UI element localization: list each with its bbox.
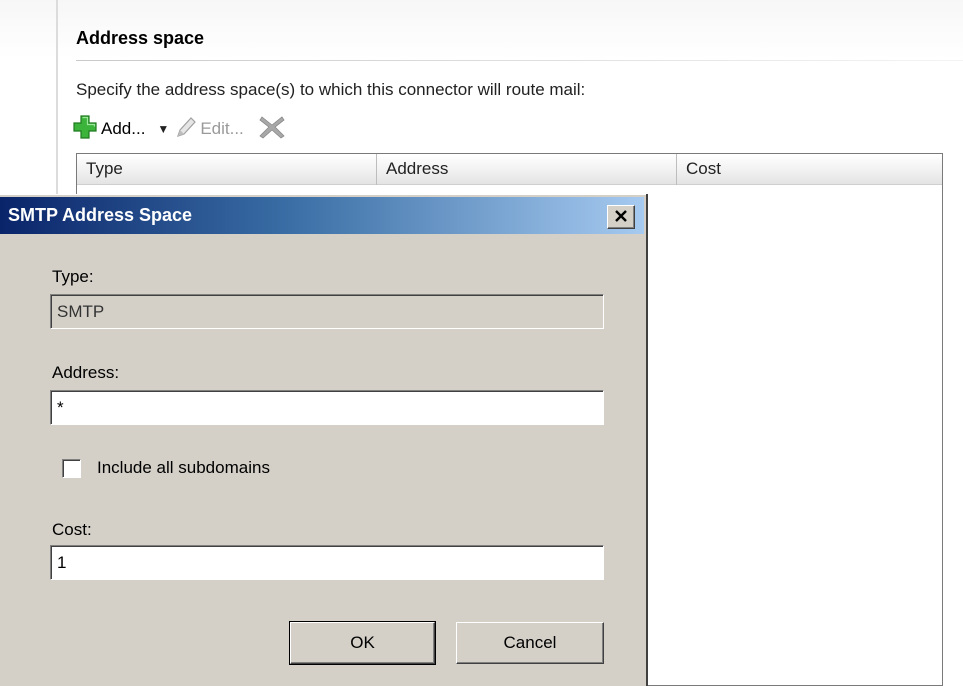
cost-label: Cost: — [52, 520, 92, 539]
add-label: Add... — [101, 119, 146, 138]
edit-label: Edit... — [200, 119, 244, 138]
smtp-address-space-dialog: SMTP Address Space — [0, 194, 646, 686]
title-divider — [76, 60, 963, 61]
address-input[interactable] — [50, 390, 604, 425]
dialog-title: SMTP Address Space — [8, 205, 193, 225]
close-icon — [614, 207, 628, 227]
green-plus-icon — [72, 114, 98, 145]
address-label: Address: — [52, 363, 120, 382]
include-subdomains-label[interactable]: Include all subdomains — [97, 458, 270, 478]
section-title: Address space — [76, 28, 205, 48]
add-button[interactable]: Add... — [72, 114, 145, 144]
include-subdomains-row[interactable]: Include all subdomains — [62, 458, 270, 478]
red-x-icon — [258, 114, 286, 145]
address-space-toolbar: Add... ▼ Edit... — [72, 113, 286, 145]
include-subdomains-checkbox[interactable] — [62, 458, 81, 478]
close-button[interactable] — [607, 205, 635, 229]
add-dropdown-arrow[interactable]: ▼ — [157, 122, 169, 136]
pencil-icon — [175, 115, 197, 144]
cost-input[interactable] — [50, 545, 604, 580]
dialog-titlebar[interactable]: SMTP Address Space — [0, 197, 644, 234]
cancel-button[interactable]: Cancel — [456, 622, 604, 664]
section-description: Specify the address space(s) to which th… — [76, 80, 586, 99]
grid-header: Type Address Cost — [77, 154, 942, 185]
column-header-type[interactable]: Type — [77, 154, 377, 185]
delete-button[interactable] — [258, 114, 286, 144]
type-field — [50, 294, 604, 329]
column-header-address[interactable]: Address — [377, 154, 677, 185]
type-label: Type: — [52, 267, 94, 286]
edit-button[interactable]: Edit... — [175, 114, 244, 144]
column-header-cost[interactable]: Cost — [677, 154, 942, 185]
ok-button[interactable]: OK — [289, 621, 436, 665]
